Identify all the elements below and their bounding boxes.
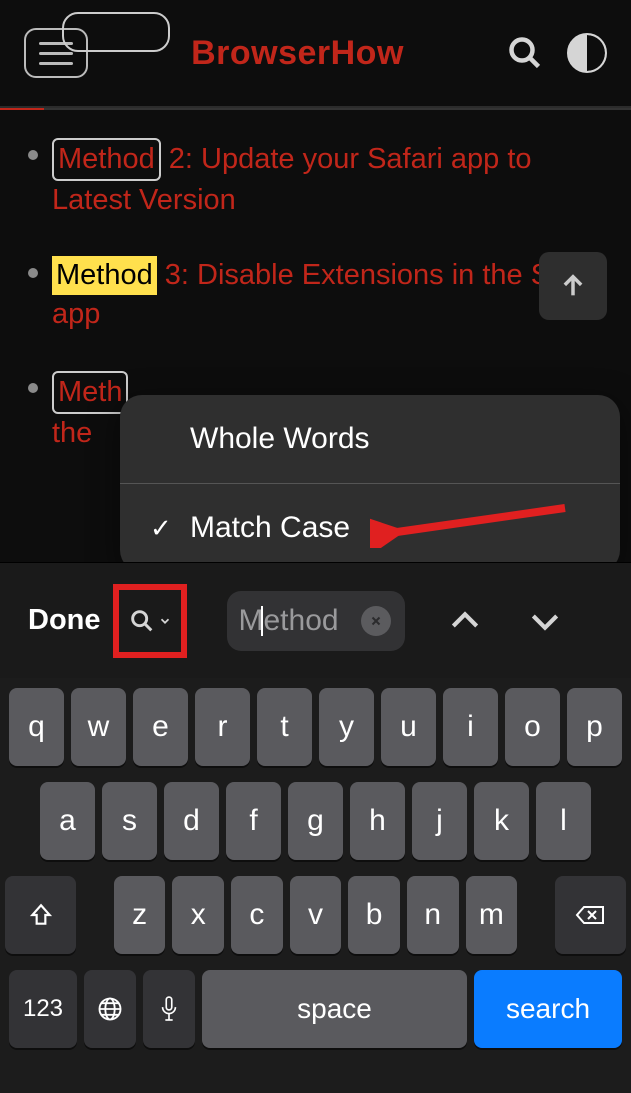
bullet-icon <box>28 383 38 393</box>
key-i[interactable]: i <box>443 688 498 766</box>
backspace-icon <box>575 903 605 927</box>
find-input-value: Method <box>231 604 339 638</box>
key-l[interactable]: l <box>536 782 591 860</box>
key-dictation[interactable] <box>143 970 195 1048</box>
key-p[interactable]: p <box>567 688 622 766</box>
search-icon[interactable] <box>507 35 543 71</box>
key-x[interactable]: x <box>172 876 224 954</box>
key-j[interactable]: j <box>412 782 467 860</box>
keyboard-row-3: z x c v b n m <box>5 876 626 954</box>
x-icon <box>370 615 382 627</box>
key-m[interactable]: m <box>466 876 518 954</box>
search-icon <box>128 607 156 635</box>
find-in-page-bar: Done Method <box>0 562 631 678</box>
toc-link[interactable]: Method 3: Disable Extensions in the Safa… <box>52 256 611 334</box>
key-g[interactable]: g <box>288 782 343 860</box>
find-highlight: Method <box>52 138 161 181</box>
find-highlight-active: Method <box>52 256 157 295</box>
key-123[interactable]: 123 <box>9 970 77 1048</box>
app-header: BrowserHow <box>0 0 631 108</box>
key-y[interactable]: y <box>319 688 374 766</box>
find-input-text: Method <box>239 604 339 637</box>
list-item: Method 2: Update your Safari app to Late… <box>20 138 611 220</box>
key-o[interactable]: o <box>505 688 560 766</box>
option-label: Match Case <box>190 511 350 545</box>
key-n[interactable]: n <box>407 876 459 954</box>
shift-icon <box>28 902 54 928</box>
globe-icon <box>96 995 124 1023</box>
find-input[interactable]: Method <box>227 591 405 651</box>
keyboard-row-2: a s d f g h j k l <box>5 782 626 860</box>
key-shift[interactable] <box>5 876 76 954</box>
checkmark-icon: ✓ <box>150 513 174 544</box>
find-options-popup: Whole Words ✓ Match Case <box>120 395 620 572</box>
text-cursor <box>261 606 263 636</box>
key-f[interactable]: f <box>226 782 281 860</box>
key-s[interactable]: s <box>102 782 157 860</box>
decorative-outline <box>62 12 170 52</box>
toc-link[interactable]: Method 2: Update your Safari app to Late… <box>52 138 611 220</box>
key-v[interactable]: v <box>290 876 342 954</box>
key-d[interactable]: d <box>164 782 219 860</box>
key-backspace[interactable] <box>555 876 626 954</box>
key-search[interactable]: search <box>474 970 622 1048</box>
header-actions <box>507 33 607 73</box>
key-a[interactable]: a <box>40 782 95 860</box>
link-text: the <box>52 417 92 449</box>
arrow-up-icon <box>559 272 587 300</box>
chevron-down-icon <box>158 614 172 628</box>
find-next-button[interactable] <box>525 601 565 641</box>
key-e[interactable]: e <box>133 688 188 766</box>
key-space[interactable]: space <box>202 970 467 1048</box>
microphone-icon <box>158 995 180 1023</box>
key-t[interactable]: t <box>257 688 312 766</box>
find-prev-button[interactable] <box>445 601 485 641</box>
toc-link[interactable]: Meth the <box>52 371 128 453</box>
key-h[interactable]: h <box>350 782 405 860</box>
keyboard-row-1: q w e r t y u i o p <box>5 688 626 766</box>
key-w[interactable]: w <box>71 688 126 766</box>
option-label: Whole Words <box>190 422 370 456</box>
theme-toggle-icon[interactable] <box>567 33 607 73</box>
key-r[interactable]: r <box>195 688 250 766</box>
clear-input-button[interactable] <box>361 606 391 636</box>
onscreen-keyboard: q w e r t y u i o p a s d f g h j k l z … <box>0 678 631 1093</box>
bullet-icon <box>28 150 38 160</box>
scroll-to-top-button[interactable] <box>539 252 607 320</box>
key-z[interactable]: z <box>114 876 166 954</box>
option-whole-words[interactable]: Whole Words <box>120 395 620 483</box>
key-u[interactable]: u <box>381 688 436 766</box>
key-q[interactable]: q <box>9 688 64 766</box>
bullet-icon <box>28 268 38 278</box>
key-globe[interactable] <box>84 970 136 1048</box>
key-k[interactable]: k <box>474 782 529 860</box>
site-logo: BrowserHow <box>191 34 404 73</box>
done-button[interactable]: Done <box>28 604 101 637</box>
key-c[interactable]: c <box>231 876 283 954</box>
list-item: Method 3: Disable Extensions in the Safa… <box>20 256 611 334</box>
find-options-button[interactable] <box>113 584 187 658</box>
keyboard-row-4: 123 space search <box>5 970 626 1048</box>
find-highlight: Meth <box>52 371 128 414</box>
key-b[interactable]: b <box>348 876 400 954</box>
option-match-case[interactable]: ✓ Match Case <box>120 484 620 572</box>
